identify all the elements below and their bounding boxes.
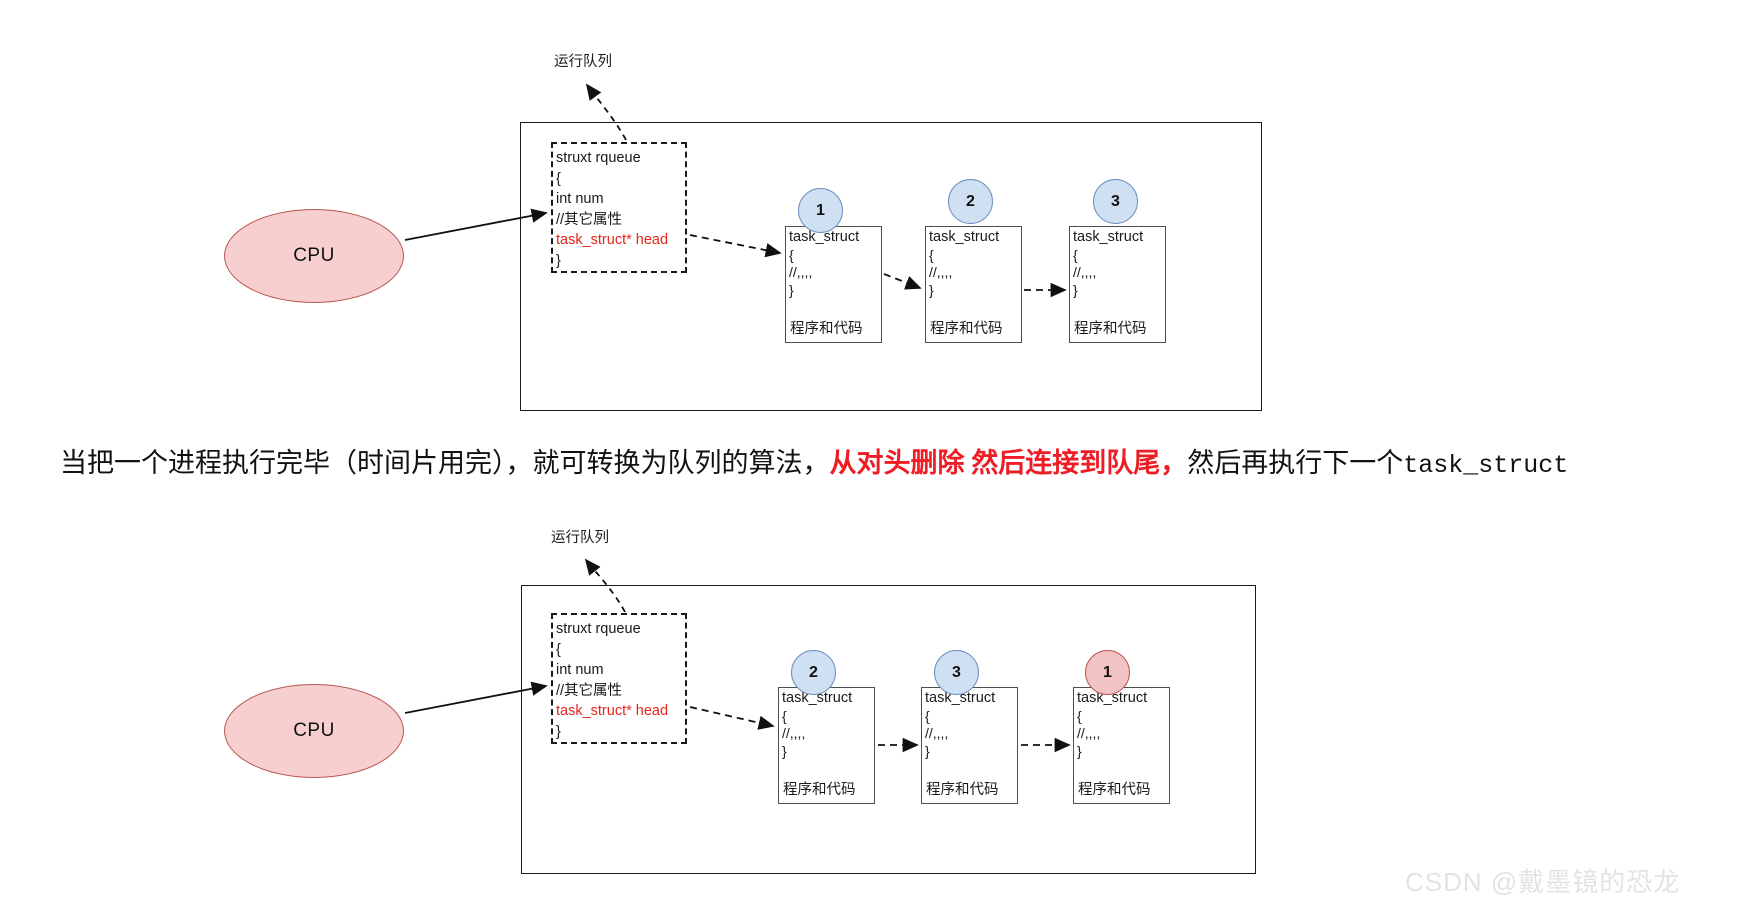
explanatory-caption: 当把一个进程执行完毕（时间片用完），就可转换为队列的算法，从对头删除 然后连接到… [60,445,1720,484]
task-struct-open: { [929,246,934,263]
rqueue-line-2: int num [556,191,604,207]
node-badge-top-1: 1 [798,188,843,233]
rqueue-line-1: { [556,170,561,187]
task-struct-close: } [925,742,930,759]
task-struct-close: } [782,742,787,759]
task-struct-title: task_struct [929,229,1000,245]
task-struct-footer: 程序和代码 [926,782,999,798]
task-struct-body: //,,,, [929,264,953,280]
task-struct-node-top-2: task_struct { //,,,, } 程序和代码 [925,226,1022,343]
task-struct-title: task_struct [1073,229,1144,245]
task-struct-footer: 程序和代码 [1074,321,1147,337]
caption-part-1: 当把一个进程执行完毕（时间片用完），就可转换为队列的算法， [60,448,830,478]
rqueue-line-0: struxt rqueue [556,621,641,637]
task-struct-footer: 程序和代码 [930,321,1003,337]
task-struct-close: } [1073,281,1078,298]
rqueue-struct-box-top: struxt rqueue { int num //其它属性 task_stru… [551,142,687,273]
node-badge-top-2: 2 [948,179,993,224]
rqueue-line-2: int num [556,662,604,678]
task-struct-close: } [1077,742,1082,759]
node-badge-top-3: 3 [1093,179,1138,224]
task-struct-footer: 程序和代码 [1078,782,1151,798]
task-struct-open: { [1077,707,1082,724]
node-badge-bottom-3: 1 [1085,650,1130,695]
rqueue-line-3: //其它属性 [556,682,623,699]
task-struct-body: //,,,, [789,264,813,280]
rqueue-line-3: //其它属性 [556,211,623,228]
task-struct-body: //,,,, [782,725,806,741]
task-struct-node-top-1: task_struct { //,,,, } 程序和代码 [785,226,882,343]
caption-part-3: 然后再执行下一个 [1187,448,1404,478]
task-struct-open: { [925,707,930,724]
rqueue-line-head: task_struct* head [556,703,669,719]
rqueue-line-5: } [556,723,561,740]
cpu-node-top: CPU [224,209,404,303]
task-struct-body: //,,,, [1077,725,1101,741]
task-struct-open: { [782,707,787,724]
run-queue-label-top: 运行队列 [554,54,612,70]
rqueue-struct-box-bottom: struxt rqueue { int num //其它属性 task_stru… [551,613,687,744]
rqueue-line-0: struxt rqueue [556,150,641,166]
cpu-label-top: CPU [293,245,335,266]
task-struct-title: task_struct [925,690,996,706]
diagram-canvas: 运行队列 CPU struxt rqueue { int num //其它属性 … [0,0,1739,914]
task-struct-footer: 程序和代码 [790,321,863,337]
task-struct-body: //,,,, [1073,264,1097,280]
task-struct-node-top-3: task_struct { //,,,, } 程序和代码 [1069,226,1166,343]
task-struct-title: task_struct [1077,690,1148,706]
node-badge-bottom-2: 3 [934,650,979,695]
task-struct-body: //,,,, [925,725,949,741]
run-queue-label-bottom: 运行队列 [551,530,609,546]
caption-part-mono: task_struct [1403,451,1569,480]
cpu-label-bottom: CPU [293,720,335,741]
task-struct-footer: 程序和代码 [783,782,856,798]
task-struct-open: { [789,246,794,263]
task-struct-title: task_struct [789,229,860,245]
node-badge-bottom-1: 2 [791,650,836,695]
csdn-watermark: CSDN @戴墨镜的恐龙 [1405,867,1681,897]
task-struct-close: } [929,281,934,298]
task-struct-node-bottom-1: task_struct { //,,,, } 程序和代码 [778,687,875,804]
task-struct-node-bottom-3: task_struct { //,,,, } 程序和代码 [1073,687,1170,804]
rqueue-line-1: { [556,641,561,658]
task-struct-node-bottom-2: task_struct { //,,,, } 程序和代码 [921,687,1018,804]
task-struct-open: { [1073,246,1078,263]
rqueue-line-5: } [556,252,561,269]
cpu-node-bottom: CPU [224,684,404,778]
caption-part-highlight: 从对头删除 然后连接到队尾， [829,448,1188,478]
task-struct-close: } [789,281,794,298]
task-struct-title: task_struct [782,690,853,706]
rqueue-line-head: task_struct* head [556,232,669,248]
